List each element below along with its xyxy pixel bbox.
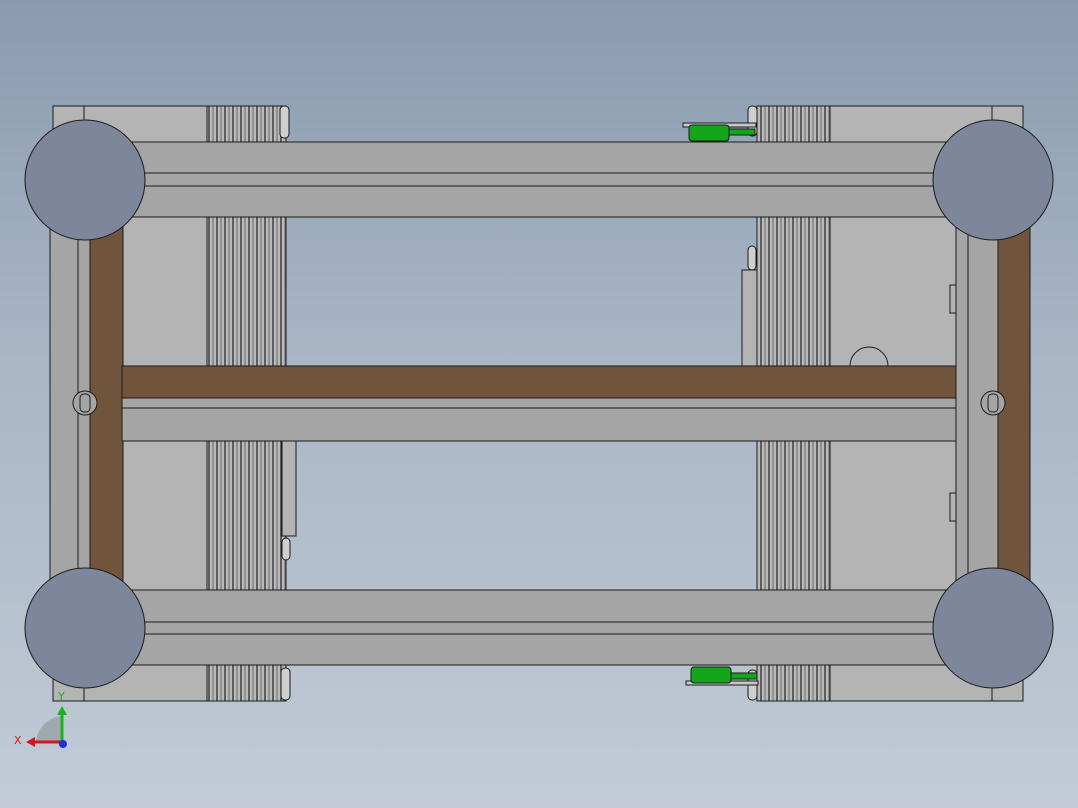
wood-plank-middle: [121, 365, 957, 399]
slider-right-bottom: [756, 664, 831, 702]
cad-viewport[interactable]: X Y: [0, 0, 1078, 808]
triad-z-axis: [59, 740, 67, 748]
triad-x-label: X: [14, 734, 22, 747]
slider-left-mid: [206, 215, 287, 367]
slider-right-mid: [756, 215, 831, 367]
cylinder-top: [688, 124, 730, 142]
beam-bottom: [84, 589, 994, 666]
triad-plane-icon: [36, 716, 62, 742]
slider-right-low: [756, 439, 831, 591]
slider-left-low: [206, 439, 287, 591]
slider-right-top: [756, 105, 831, 143]
beam-top: [84, 141, 994, 218]
caster-wheel-top-right: [932, 119, 1054, 241]
view-triad[interactable]: X Y: [14, 690, 67, 748]
caster-wheel-bottom-right: [932, 567, 1054, 689]
triad-y-label: Y: [57, 690, 65, 703]
caster-wheel-top-left: [24, 119, 146, 241]
caster-wheel-bottom-left: [24, 567, 146, 689]
model-drawing: X Y: [14, 105, 1054, 748]
cylinder-bottom: [690, 666, 732, 684]
slider-left-top: [206, 105, 282, 143]
slider-left-bottom: [206, 664, 282, 702]
